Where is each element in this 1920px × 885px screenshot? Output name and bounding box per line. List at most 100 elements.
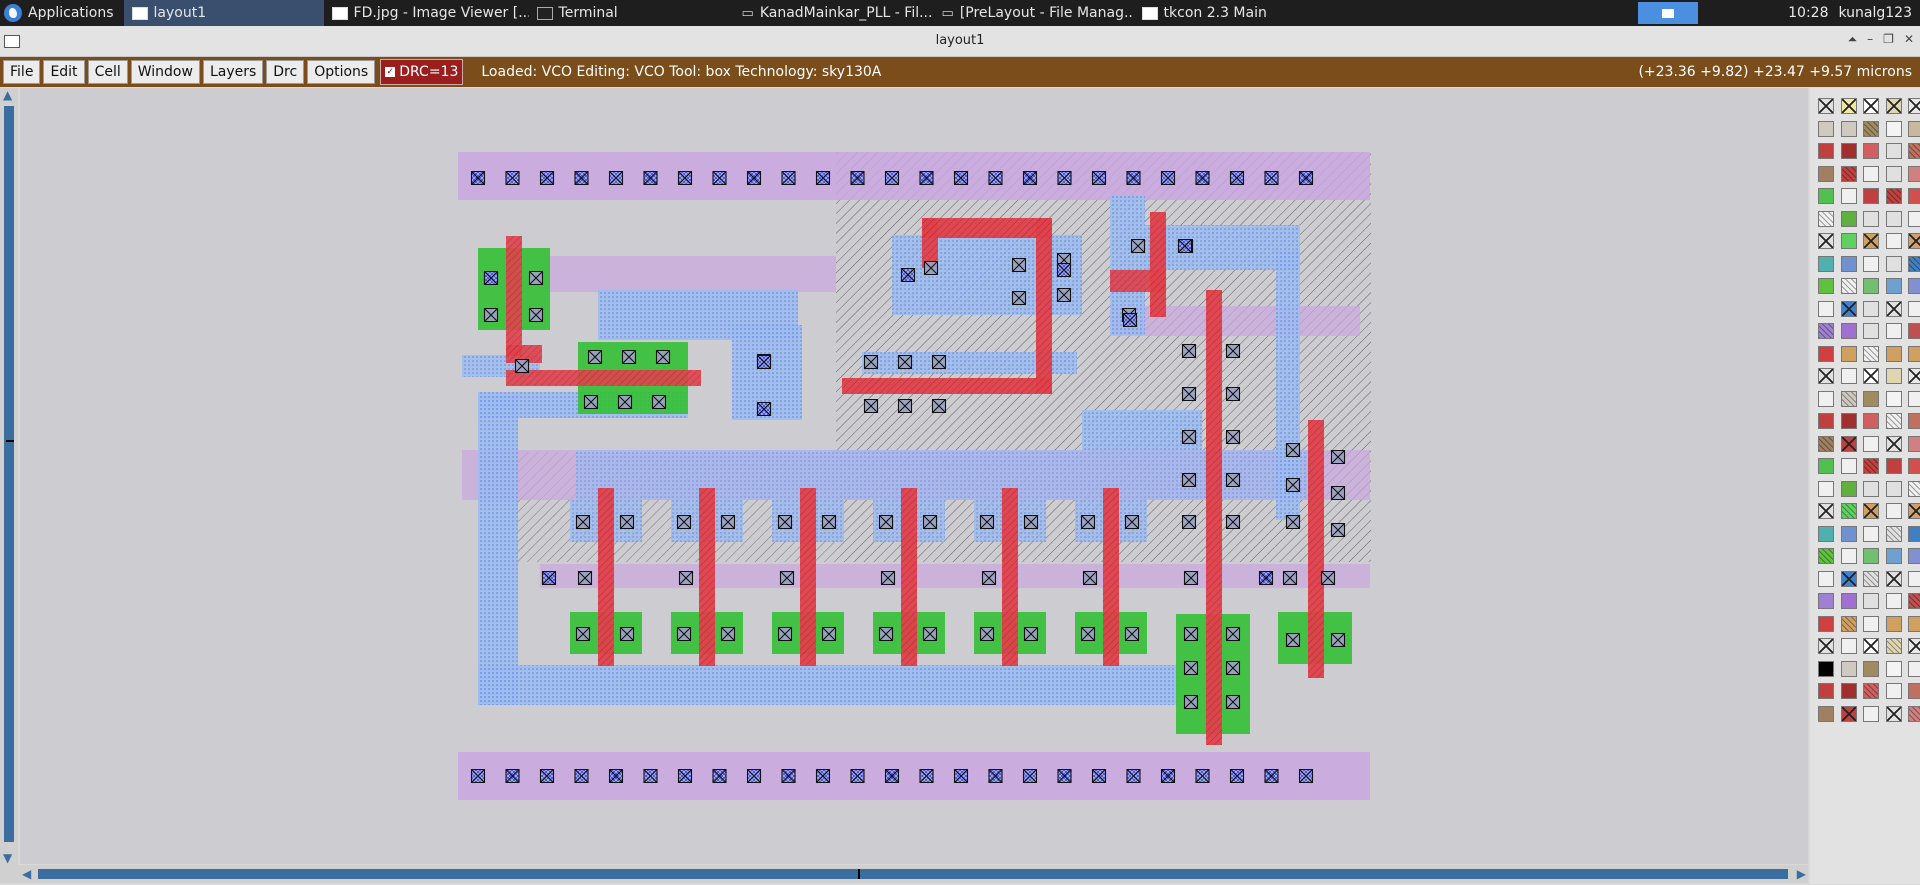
layer-swatch[interactable] [1908,210,1920,227]
task-image-viewer[interactable]: FD.jpg - Image Viewer [... [324,0,529,26]
maximize-icon[interactable]: ❐ [1883,32,1894,47]
layer-swatch[interactable] [1885,188,1902,204]
menu-drc[interactable]: Drc [266,60,305,84]
layer-swatch[interactable] [1908,278,1920,294]
layer-swatch[interactable] [1840,615,1857,632]
layer-swatch[interactable] [1818,570,1834,587]
scroll-up-icon[interactable]: ▲ [3,88,12,102]
layer-swatch[interactable] [1908,165,1920,182]
layer-swatch[interactable] [1863,593,1879,609]
close-icon[interactable]: ✕ [1904,32,1914,47]
layer-swatch[interactable] [1885,593,1902,609]
layer-swatch[interactable] [1818,368,1834,384]
scroll-down-icon[interactable]: ▼ [3,851,12,865]
layer-swatch[interactable] [1818,300,1834,317]
shade-icon[interactable]: ⏶ [1848,32,1858,47]
layer-swatch[interactable] [1863,683,1879,699]
layer-swatch[interactable] [1840,143,1857,159]
layer-swatch[interactable] [1818,705,1834,722]
layer-swatch[interactable] [1818,503,1834,519]
layer-swatch[interactable] [1863,143,1879,159]
layer-swatch[interactable] [1885,390,1902,407]
horizontal-scrollbar[interactable]: ◀ ▶ [0,865,1808,883]
layer-swatch[interactable] [1818,413,1834,429]
layer-swatch[interactable] [1885,278,1902,294]
layer-swatch[interactable] [1840,98,1857,114]
layer-swatch[interactable] [1885,233,1902,249]
layer-swatch[interactable] [1818,278,1834,294]
layer-swatch[interactable] [1885,525,1902,542]
layer-swatch[interactable] [1863,480,1879,497]
layer-swatch[interactable] [1885,435,1902,452]
layer-swatch[interactable] [1840,503,1857,519]
layer-swatch[interactable] [1840,413,1857,429]
layer-swatch[interactable] [1840,210,1857,227]
layer-swatch[interactable] [1908,660,1920,677]
layer-swatch[interactable] [1840,548,1857,564]
layer-swatch[interactable] [1863,233,1879,249]
layer-swatch[interactable] [1840,390,1857,407]
layer-swatch[interactable] [1885,345,1902,362]
layer-swatch[interactable] [1818,165,1834,182]
layer-swatch[interactable] [1885,480,1902,497]
layer-swatch[interactable] [1908,593,1920,609]
layer-swatch[interactable] [1863,413,1879,429]
layer-swatch[interactable] [1840,233,1857,249]
menu-cell[interactable]: Cell [87,60,128,84]
layer-swatch[interactable] [1818,683,1834,699]
layer-swatch[interactable] [1840,165,1857,182]
layer-swatch[interactable] [1818,458,1834,474]
layer-swatch[interactable] [1908,683,1920,699]
layer-swatch[interactable] [1840,570,1857,587]
layer-swatch[interactable] [1885,413,1902,429]
scroll-right-icon[interactable]: ▶ [1797,867,1806,881]
layer-swatch[interactable] [1908,458,1920,474]
layer-swatch[interactable] [1885,638,1902,654]
layer-swatch[interactable] [1863,98,1879,114]
layer-swatch[interactable] [1840,255,1857,272]
layer-swatch[interactable] [1818,98,1834,114]
layer-swatch[interactable] [1840,525,1857,542]
layer-swatch[interactable] [1885,660,1902,677]
layer-swatch[interactable] [1863,638,1879,654]
layer-swatch[interactable] [1840,435,1857,452]
layer-swatch[interactable] [1908,480,1920,497]
task-kanad-folder[interactable]: ▭ KanadMainkar_PLL - Fil... [734,0,934,26]
layer-swatch[interactable] [1840,683,1857,699]
layer-swatch[interactable] [1885,120,1902,137]
layer-swatch[interactable] [1863,188,1879,204]
layer-swatch[interactable] [1818,233,1834,249]
layer-swatch[interactable] [1908,143,1920,159]
layer-swatch[interactable] [1863,705,1879,722]
layer-swatch[interactable] [1885,548,1902,564]
layer-swatch[interactable] [1818,390,1834,407]
layer-swatch[interactable] [1818,210,1834,227]
layer-swatch[interactable] [1818,593,1834,609]
layer-swatch[interactable] [1840,345,1857,362]
vertical-scrollbar[interactable]: ▲ ▼ [0,88,18,865]
layer-swatch[interactable] [1908,525,1920,542]
layer-swatch[interactable] [1840,705,1857,722]
layer-swatch[interactable] [1908,570,1920,587]
layer-swatch[interactable] [1863,345,1879,362]
layer-swatch[interactable] [1908,413,1920,429]
menu-layers[interactable]: Layers [202,60,264,84]
layer-swatch[interactable] [1863,368,1879,384]
layer-swatch[interactable] [1818,660,1834,677]
layer-swatch[interactable] [1908,345,1920,362]
minimize-icon[interactable]: – [1867,32,1873,47]
layer-swatch[interactable] [1863,278,1879,294]
layer-swatch[interactable] [1863,390,1879,407]
layer-swatch[interactable] [1840,278,1857,294]
layer-swatch[interactable] [1908,120,1920,137]
layer-swatch[interactable] [1863,300,1879,317]
layer-swatch[interactable] [1863,548,1879,564]
menu-window[interactable]: Window [130,60,200,84]
layer-swatch[interactable] [1885,683,1902,699]
task-prelayout-folder[interactable]: ▭ [PreLayout - File Manag... [934,0,1134,26]
layer-swatch[interactable] [1863,570,1879,587]
layer-palette[interactable] [1810,88,1920,884]
layer-swatch[interactable] [1840,368,1857,384]
layer-swatch[interactable] [1818,525,1834,542]
layer-swatch[interactable] [1885,143,1902,159]
